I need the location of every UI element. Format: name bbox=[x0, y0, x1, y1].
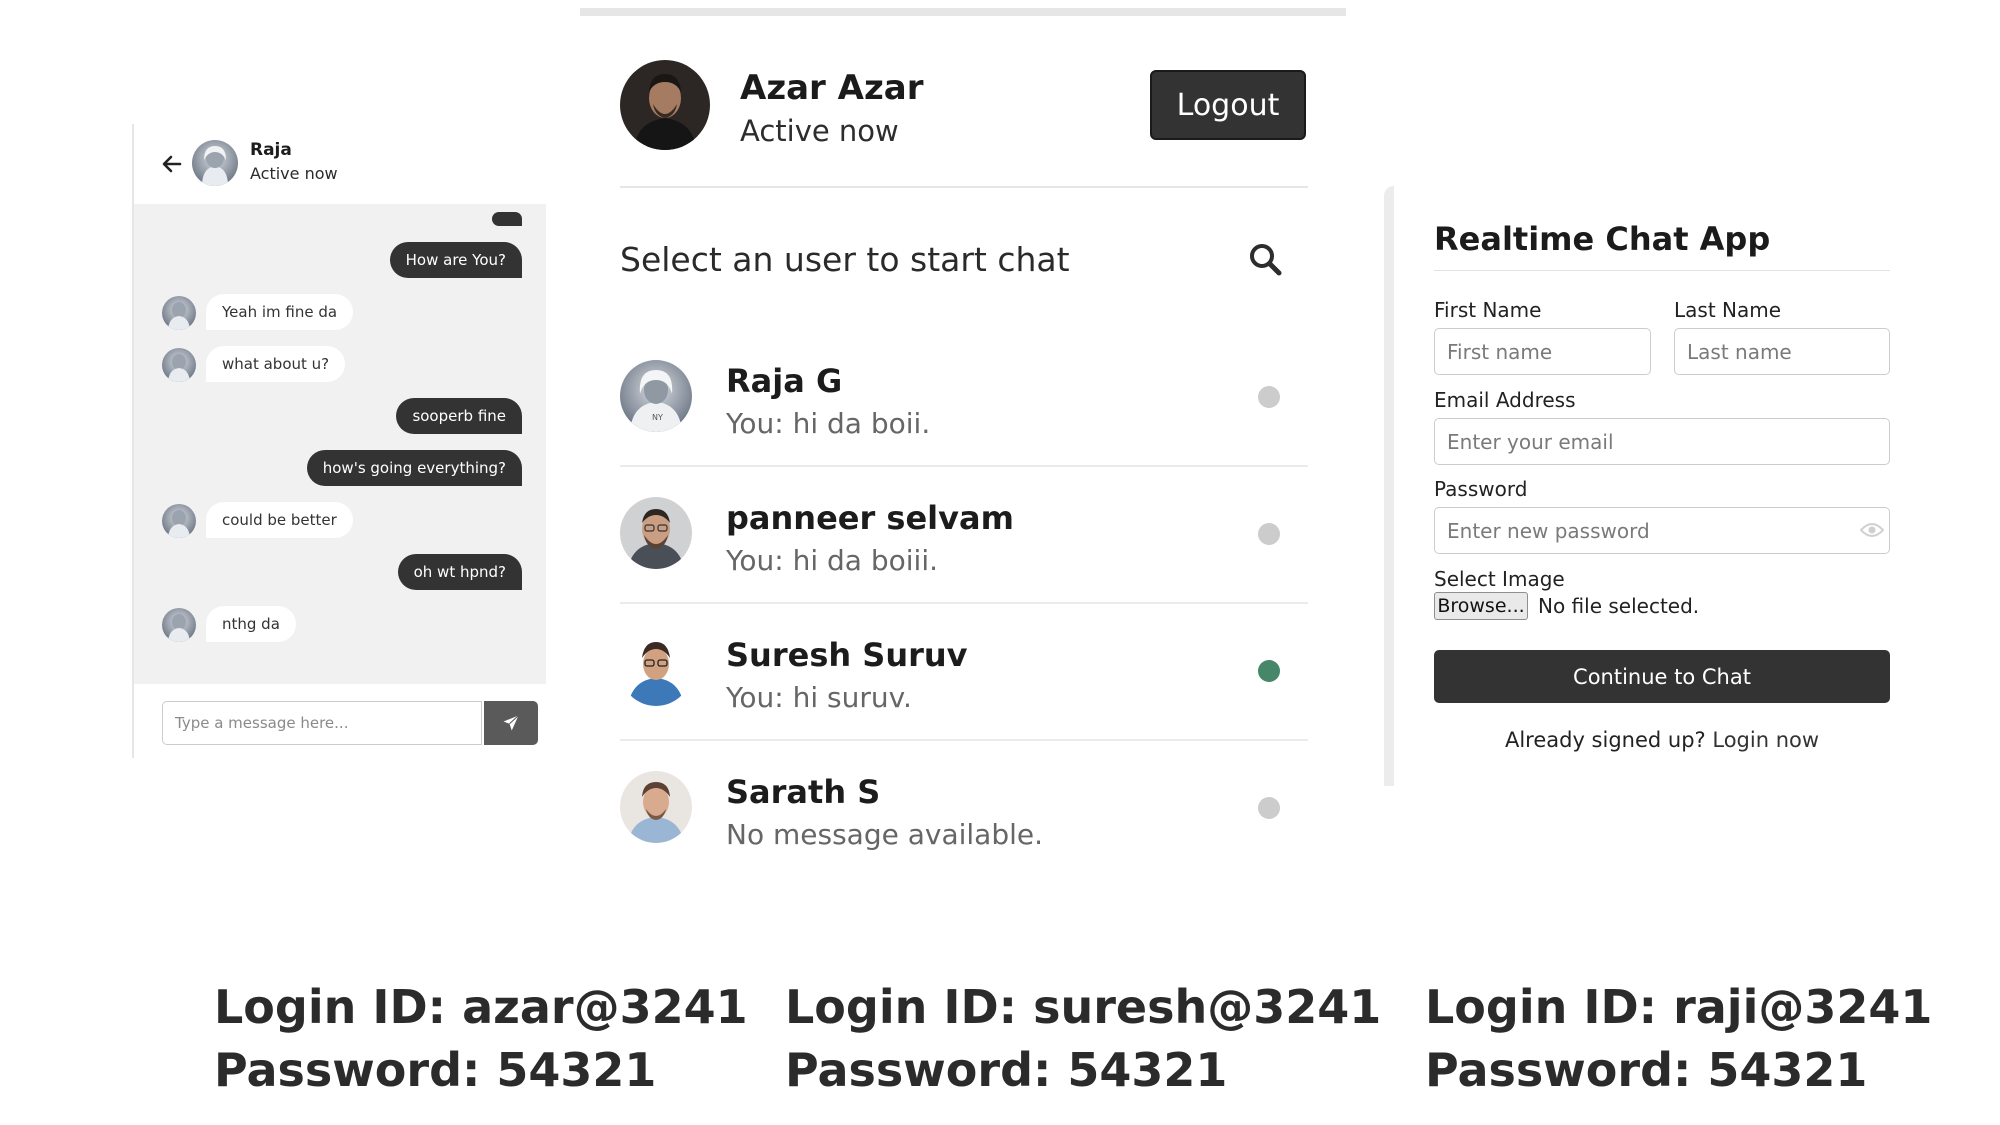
login-id-text: Login ID: raji@3241 bbox=[1425, 980, 1933, 1034]
divider bbox=[620, 186, 1308, 188]
offline-status-dot bbox=[1258, 523, 1280, 545]
message-row: oh wt hpnd? bbox=[134, 552, 546, 592]
message-input[interactable] bbox=[162, 701, 482, 745]
eye-icon[interactable] bbox=[1860, 522, 1884, 538]
credentials-caption: Login ID: suresh@3241 Password: 54321 bbox=[785, 976, 1381, 1102]
user-avatar bbox=[620, 634, 692, 706]
email-label: Email Address bbox=[1434, 388, 1576, 412]
incoming-message: Yeah im fine da bbox=[206, 294, 354, 330]
user-avatar bbox=[620, 497, 692, 569]
credentials-caption: Login ID: azar@3241 Password: 54321 bbox=[214, 976, 748, 1102]
first-name-field[interactable] bbox=[1434, 328, 1651, 375]
message-row: How are You? bbox=[134, 240, 546, 280]
message-row: sooperb fine bbox=[134, 396, 546, 436]
user-list-item[interactable]: panneer selvam You: hi da boiii. bbox=[620, 467, 1308, 604]
search-icon[interactable] bbox=[1248, 242, 1282, 276]
email-field[interactable] bbox=[1434, 418, 1890, 465]
user-name: Sarath S bbox=[726, 773, 881, 811]
send-button[interactable] bbox=[484, 701, 538, 745]
online-status-dot bbox=[1258, 660, 1280, 682]
continue-button[interactable]: Continue to Chat bbox=[1434, 650, 1890, 703]
outgoing-message: sooperb fine bbox=[396, 398, 522, 434]
message-row: Yeah im fine da bbox=[134, 292, 546, 332]
sender-avatar bbox=[162, 296, 196, 330]
incoming-message: nthg da bbox=[206, 606, 296, 642]
first-name-label: First Name bbox=[1434, 298, 1542, 322]
offline-status-dot bbox=[1258, 386, 1280, 408]
signin-prompt: Already signed up? Login now bbox=[1434, 728, 1890, 752]
password-text: Password: 54321 bbox=[1425, 1043, 1868, 1097]
user-last-message: No message available. bbox=[726, 818, 1043, 851]
user-avatar bbox=[620, 771, 692, 843]
chat-header: Raja Active now bbox=[134, 124, 546, 204]
current-user-avatar bbox=[620, 60, 710, 150]
sender-avatar bbox=[162, 504, 196, 538]
login-link[interactable]: Login now bbox=[1712, 728, 1819, 752]
search-prompt: Select an user to start chat bbox=[620, 240, 1070, 279]
password-text: Password: 54321 bbox=[785, 1043, 1228, 1097]
password-field[interactable] bbox=[1434, 507, 1890, 554]
user-last-message: You: hi da boiii. bbox=[726, 544, 938, 577]
last-name-field[interactable] bbox=[1674, 328, 1890, 375]
logout-button[interactable]: Logout bbox=[1150, 70, 1306, 140]
image-label: Select Image bbox=[1434, 567, 1565, 591]
message-row: how's going everything? bbox=[134, 448, 546, 488]
incoming-message: what about u? bbox=[206, 346, 346, 382]
offline-status-dot bbox=[1258, 797, 1280, 819]
user-name: Suresh Suruv bbox=[726, 636, 968, 674]
user-list-item[interactable]: NY Raja G You: hi da boii. bbox=[620, 330, 1308, 467]
users-panel: Azar Azar Active now Logout Select an us… bbox=[580, 8, 1346, 868]
contact-status: Active now bbox=[250, 164, 338, 183]
incoming-message: could be better bbox=[206, 502, 353, 538]
user-name: Raja G bbox=[726, 362, 843, 400]
contact-avatar bbox=[192, 140, 238, 186]
paper-plane-icon bbox=[503, 715, 519, 731]
outgoing-message: How are You? bbox=[389, 242, 522, 278]
credentials-caption: Login ID: raji@3241 Password: 54321 bbox=[1425, 976, 1932, 1102]
signin-prompt-text: Already signed up? bbox=[1504, 728, 1706, 752]
message-row: what about u? bbox=[134, 344, 546, 384]
outgoing-message-partial bbox=[492, 212, 522, 226]
sender-avatar bbox=[162, 608, 196, 642]
last-name-label: Last Name bbox=[1674, 298, 1782, 322]
chat-messages[interactable]: How are You? Yeah im fine da what about … bbox=[134, 204, 546, 684]
signup-form: Realtime Chat App First Name Last Name E… bbox=[1384, 186, 1898, 786]
panel-top-border bbox=[580, 8, 1346, 16]
user-last-message: You: hi suruv. bbox=[726, 681, 912, 714]
login-id-text: Login ID: azar@3241 bbox=[214, 980, 748, 1034]
password-label: Password bbox=[1434, 477, 1528, 501]
chat-window: Raja Active now How are You? Yeah im fin… bbox=[132, 124, 546, 758]
app-title: Realtime Chat App bbox=[1434, 220, 1771, 258]
browse-button[interactable]: Browse... bbox=[1434, 592, 1528, 620]
password-text: Password: 54321 bbox=[214, 1043, 657, 1097]
user-list-item[interactable]: Sarath S No message available. bbox=[620, 741, 1308, 878]
svg-text:NY: NY bbox=[652, 413, 663, 422]
outgoing-message: oh wt hpnd? bbox=[397, 554, 522, 590]
user-list-item[interactable]: Suresh Suruv You: hi suruv. bbox=[620, 604, 1308, 741]
message-row: nthg da bbox=[134, 604, 546, 644]
current-user-name: Azar Azar bbox=[740, 68, 924, 108]
back-arrow-icon[interactable] bbox=[160, 152, 184, 176]
sender-avatar bbox=[162, 348, 196, 382]
message-compose-bar bbox=[134, 684, 546, 758]
current-user-status: Active now bbox=[740, 114, 899, 148]
contact-name: Raja bbox=[250, 140, 292, 160]
divider bbox=[1434, 270, 1890, 271]
outgoing-message: how's going everything? bbox=[306, 450, 522, 486]
user-last-message: You: hi da boii. bbox=[726, 407, 931, 440]
file-status: No file selected. bbox=[1538, 594, 1700, 618]
user-avatar: NY bbox=[620, 360, 692, 432]
message-row: could be better bbox=[134, 500, 546, 540]
user-name: panneer selvam bbox=[726, 499, 1014, 537]
login-id-text: Login ID: suresh@3241 bbox=[785, 980, 1382, 1034]
